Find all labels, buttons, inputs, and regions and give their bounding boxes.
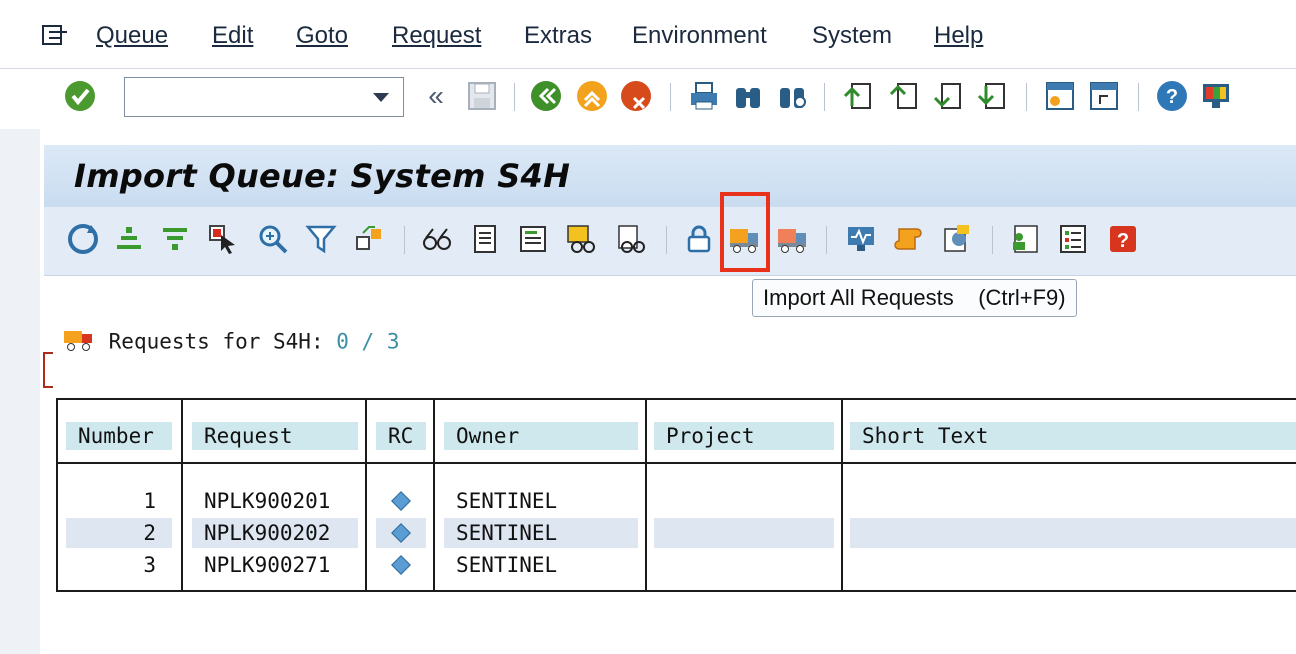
scroll-icon[interactable] <box>892 222 926 256</box>
last-page-icon[interactable] <box>976 80 1008 112</box>
row-1-request[interactable]: NPLK900201 <box>192 486 358 516</box>
row-2-number: 2 <box>66 518 172 548</box>
header-owner[interactable]: Owner <box>444 422 638 450</box>
shortcut-icon[interactable] <box>1088 80 1120 112</box>
zoom-icon[interactable] <box>256 222 290 256</box>
double-left-arrow-icon[interactable]: « <box>420 80 452 112</box>
refresh-icon[interactable] <box>66 222 100 256</box>
menu-bar: Queue Edit Goto Request Extras Environme… <box>0 0 1296 69</box>
row-1-owner: SENTINEL <box>444 486 638 516</box>
display-object-icon[interactable] <box>614 222 648 256</box>
selection-marker <box>43 352 55 388</box>
back-icon[interactable] <box>530 80 562 112</box>
menu-help[interactable]: Help <box>934 22 983 50</box>
monitor-icon[interactable] <box>844 222 878 256</box>
row-3-request[interactable]: NPLK900271 <box>192 550 358 580</box>
menu-request[interactable]: Request <box>392 22 481 50</box>
row-2-short-text <box>850 518 1296 548</box>
highlight-box <box>720 192 770 272</box>
row-2-project <box>654 518 834 548</box>
row-3-number: 3 <box>66 550 172 580</box>
row-3-rc <box>376 550 426 580</box>
chevron-down-icon[interactable] <box>373 93 389 102</box>
first-page-icon[interactable] <box>842 80 874 112</box>
cancel-icon[interactable] <box>620 80 652 112</box>
row-1-number: 1 <box>66 486 172 516</box>
svg-text:?: ? <box>1166 86 1178 108</box>
menu-system[interactable]: System <box>812 22 892 50</box>
row-1-project <box>654 486 834 516</box>
document-icon[interactable] <box>468 222 502 256</box>
list-icon[interactable] <box>1056 222 1090 256</box>
display-log-icon[interactable] <box>564 222 598 256</box>
refresh-documents-icon[interactable] <box>940 222 974 256</box>
rc-diamond-icon <box>391 491 411 511</box>
lock-icon[interactable] <box>682 222 716 256</box>
row-3-owner: SENTINEL <box>444 550 638 580</box>
row-3-short-text <box>850 550 1296 580</box>
import-request-truck-icon[interactable] <box>776 222 810 256</box>
row-2-rc <box>376 518 426 548</box>
user-settings-icon[interactable] <box>1008 222 1042 256</box>
exit-icon[interactable] <box>576 80 608 112</box>
transport-icon[interactable] <box>352 222 386 256</box>
sort-descending-icon[interactable] <box>158 222 192 256</box>
previous-page-icon[interactable] <box>888 80 920 112</box>
rc-diamond-icon <box>391 555 411 575</box>
title-bar: Import Queue: System S4H <box>44 145 1296 207</box>
header-number[interactable]: Number <box>66 422 172 450</box>
row-2-owner: SENTINEL <box>444 518 638 548</box>
help-icon[interactable]: ? <box>1156 80 1188 112</box>
truck-small-icon <box>62 325 96 360</box>
header-rc[interactable]: RC <box>376 422 426 450</box>
requests-label: Requests for S4H: <box>108 329 324 354</box>
menu-toggle-icon[interactable] <box>40 24 70 53</box>
menu-extras[interactable]: Extras <box>524 22 592 50</box>
menu-goto[interactable]: Goto <box>296 22 348 50</box>
enter-check-icon[interactable] <box>64 80 96 112</box>
row-2-request[interactable]: NPLK900202 <box>192 518 358 548</box>
select-icon[interactable] <box>206 222 240 256</box>
row-1-short-text <box>850 486 1296 516</box>
next-page-icon[interactable] <box>932 80 964 112</box>
header-short-text[interactable]: Short Text <box>850 422 1296 450</box>
detail-icon[interactable] <box>516 222 550 256</box>
menu-edit[interactable]: Edit <box>212 22 253 50</box>
customize-layout-icon[interactable] <box>1200 80 1232 112</box>
row-1-rc <box>376 486 426 516</box>
menu-queue[interactable]: Queue <box>96 22 168 50</box>
tooltip: Import All Requests (Ctrl+F9) <box>752 279 1077 317</box>
requests-table: Number Request RC Owner Project Short Te… <box>56 398 1296 592</box>
display-glasses-icon[interactable] <box>420 222 454 256</box>
header-request[interactable]: Request <box>192 422 358 450</box>
requests-count: 0 / 3 <box>336 329 400 354</box>
create-session-icon[interactable] <box>1044 80 1076 112</box>
sort-ascending-icon[interactable] <box>112 222 146 256</box>
filter-icon[interactable] <box>304 222 338 256</box>
info-help-icon[interactable]: ? <box>1106 222 1140 256</box>
row-3-project <box>654 550 834 580</box>
svg-text:?: ? <box>1117 230 1129 252</box>
page-title: Import Queue: System S4H <box>74 157 571 195</box>
header-project[interactable]: Project <box>654 422 834 450</box>
save-icon[interactable] <box>466 80 498 112</box>
requests-summary: Requests for S4H: 0 / 3 <box>62 325 399 360</box>
find-icon[interactable] <box>732 80 764 112</box>
menu-environment[interactable]: Environment <box>632 22 767 50</box>
command-field[interactable] <box>124 77 404 117</box>
print-icon[interactable] <box>688 80 720 112</box>
rc-diamond-icon <box>391 523 411 543</box>
find-next-icon[interactable] <box>776 80 808 112</box>
